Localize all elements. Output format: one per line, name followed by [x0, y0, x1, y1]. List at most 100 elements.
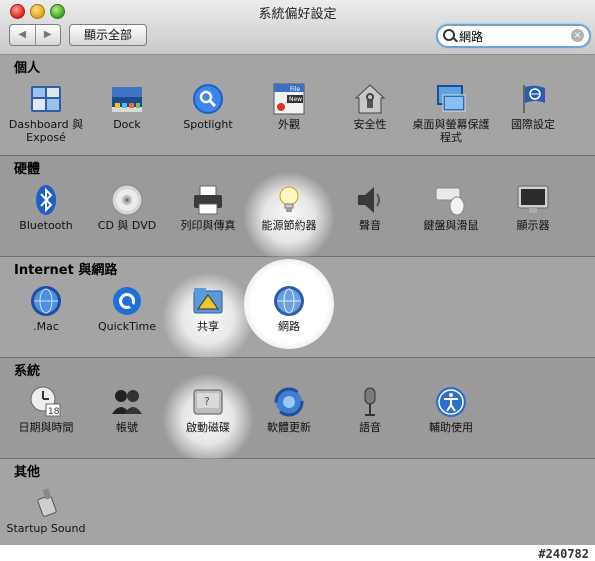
appearance-icon: File New [273, 83, 305, 115]
svg-text:18: 18 [48, 407, 60, 417]
pref-speech[interactable]: 語音 [330, 380, 410, 434]
pref-sharing[interactable]: 共享 [163, 273, 253, 363]
pref-label: 輔助使用 [429, 421, 473, 434]
date-time-icon: 18 [30, 386, 62, 418]
pref-international[interactable]: 國際設定 [493, 77, 573, 131]
category-system: 系統 18 日期與時間 帳號 ? 啟動磁碟 軟體更新 語音 輔助使用 [0, 358, 595, 464]
pref-desktop-screensaver[interactable]: 桌面與螢幕保護程式 [411, 77, 491, 144]
pref-label: Dock [113, 118, 141, 131]
pref-energy-saver[interactable]: 能源節約器 [244, 172, 334, 262]
sound-icon [354, 184, 386, 216]
pref-label: 共享 [197, 320, 219, 333]
sharing-icon [192, 285, 224, 317]
pref-cd-dvd[interactable]: CD 與 DVD [87, 178, 167, 232]
window-title: 系統偏好設定 [258, 7, 337, 22]
search-icon [443, 29, 455, 41]
category-title: 個人 [14, 61, 41, 76]
startup-disk-icon: ? [192, 386, 224, 418]
pref-bluetooth[interactable]: Bluetooth [6, 178, 86, 232]
pref-sound[interactable]: 聲音 [330, 178, 410, 232]
software-update-icon [273, 386, 305, 418]
pref-displays[interactable]: 顯示器 [493, 178, 573, 232]
pref-network[interactable]: 網路 [244, 259, 334, 349]
pref-label: 安全性 [353, 118, 387, 131]
pref-keyboard-mouse[interactable]: 鍵盤與滑鼠 [411, 178, 491, 232]
category-internet-network: Internet 與網路 .Mac QuickTime 共享 網路 [0, 257, 595, 363]
desktop-screensaver-icon [435, 83, 467, 115]
pref-label: CD 與 DVD [97, 219, 157, 232]
show-all-button[interactable]: 顯示全部 [69, 24, 147, 46]
pref-label: Startup Sound [6, 522, 86, 535]
pref-software-update[interactable]: 軟體更新 [249, 380, 329, 434]
dock-icon [111, 83, 143, 115]
svg-text:New: New [289, 96, 302, 103]
system-preferences-window: 系統偏好設定 ◀ ▶ 顯示全部 網路 × 個人 Dashboard 與 Expo… [0, 0, 595, 545]
speech-icon [354, 386, 386, 418]
pref-label: 帳號 [116, 421, 138, 434]
pref-label: QuickTime [97, 320, 157, 333]
startup-sound-icon [30, 487, 62, 519]
pref-appearance[interactable]: File New 外觀 [249, 77, 329, 131]
pref-label: 能源節約器 [261, 219, 317, 232]
pref-label: 語音 [359, 421, 381, 434]
pref-label: .Mac [33, 320, 59, 333]
pref-security[interactable]: 安全性 [330, 77, 410, 131]
pref-dock[interactable]: Dock [87, 77, 167, 131]
pref-label: 鍵盤與滑鼠 [423, 219, 479, 232]
bluetooth-icon [30, 184, 62, 216]
svg-text:?: ? [204, 395, 210, 408]
pref-label: 桌面與螢幕保護程式 [412, 118, 490, 144]
pref-label: 列印與傳真 [180, 219, 236, 232]
pref-label: 日期與時間 [18, 421, 74, 434]
keyboard-mouse-icon [435, 184, 467, 216]
pref-label: Bluetooth [19, 219, 73, 232]
category-personal: 個人 Dashboard 與 Exposé Dock Spotlight Fil… [0, 55, 595, 156]
watermark-id: #240782 [538, 547, 589, 561]
international-icon [517, 83, 549, 115]
dotmac-icon [30, 285, 62, 317]
pref-label: 外觀 [278, 118, 300, 131]
pref-label: Spotlight [183, 118, 233, 131]
universal-access-icon [435, 386, 467, 418]
category-other: 其他 Startup Sound [0, 459, 595, 545]
energy-saver-icon [273, 184, 305, 216]
svg-text:File: File [290, 86, 300, 93]
forward-button[interactable]: ▶ [34, 25, 61, 45]
back-button[interactable]: ◀ [10, 25, 35, 45]
spotlight-icon [192, 83, 224, 115]
pref-label: 軟體更新 [267, 421, 311, 434]
pref-startup-sound[interactable]: Startup Sound [6, 481, 86, 535]
window-toolbar: 系統偏好設定 ◀ ▶ 顯示全部 網路 × [0, 0, 595, 55]
category-title: 其他 [14, 465, 41, 480]
pref-dashboard-expose[interactable]: Dashboard 與 Exposé [6, 77, 86, 144]
cd-dvd-icon [111, 184, 143, 216]
pref-label: 顯示器 [516, 219, 550, 232]
displays-icon [517, 184, 549, 216]
preferences-pane-grid: 個人 Dashboard 與 Exposé Dock Spotlight Fil… [0, 55, 595, 545]
security-icon [354, 83, 386, 115]
pref-date-time[interactable]: 18 日期與時間 [6, 380, 86, 434]
pref-universal-access[interactable]: 輔助使用 [411, 380, 491, 434]
pref-label: Dashboard 與 Exposé [8, 118, 84, 144]
pref-quicktime[interactable]: QuickTime [87, 279, 167, 333]
accounts-icon [111, 386, 143, 418]
pref-startup-disk[interactable]: ? 啟動磁碟 [163, 374, 253, 464]
category-hardware: 硬體 Bluetooth CD 與 DVD 列印與傳真 能源節約器 聲音 鍵盤與… [0, 156, 595, 262]
pref-label: 網路 [278, 320, 300, 333]
pref-accounts[interactable]: 帳號 [87, 380, 167, 434]
pref-dotmac[interactable]: .Mac [6, 279, 86, 333]
pref-label: 聲音 [359, 219, 381, 232]
pref-print-fax[interactable]: 列印與傳真 [168, 178, 248, 232]
search-query[interactable]: 網路 [459, 28, 483, 45]
pref-spotlight[interactable]: Spotlight [168, 77, 248, 131]
quicktime-icon [111, 285, 143, 317]
pref-label: 國際設定 [511, 118, 555, 131]
category-title: Internet 與網路 [14, 263, 118, 278]
search-field[interactable]: 網路 × [436, 24, 591, 48]
clear-search-icon[interactable]: × [571, 29, 584, 42]
nav-buttons: ◀ ▶ [9, 24, 61, 46]
network-icon [273, 285, 305, 317]
print-fax-icon [192, 184, 224, 216]
category-title: 硬體 [14, 162, 41, 177]
category-title: 系統 [14, 364, 41, 379]
